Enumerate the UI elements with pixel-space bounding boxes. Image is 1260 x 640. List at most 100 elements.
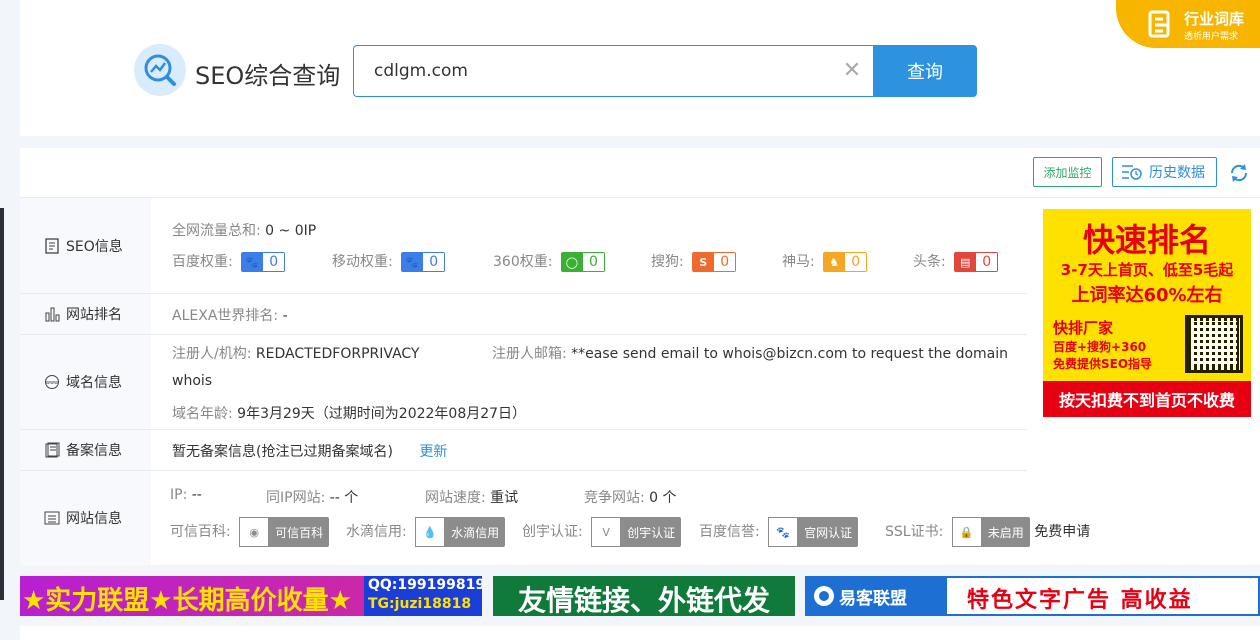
weight-label: 360权重:	[493, 254, 553, 270]
ad1-text: ★实力联盟★长期高价收量★	[22, 586, 352, 616]
ad3-brand-text: 易客联盟	[839, 588, 907, 609]
document-icon	[45, 237, 59, 254]
ip: IP: --	[170, 487, 202, 503]
compete-label: 竞争网站:	[584, 490, 645, 506]
seo-info-row: SEO信息 全网流量总和: 0 ~ 0IP 百度权重: 🐾 0 移动权重: 🐾 0 …	[20, 198, 1027, 294]
baidu-weight[interactable]: 百度权重: 🐾 0	[172, 251, 286, 272]
search-input[interactable]	[374, 59, 834, 83]
add-monitor-button[interactable]: 添加监控	[1033, 157, 1102, 187]
weight-label: 头条:	[913, 254, 946, 270]
mobile-weight[interactable]: 移动权重: 🐾 0	[332, 251, 446, 272]
toutiao-weight[interactable]: 头条: ▤ 0	[913, 251, 999, 272]
speed-value[interactable]: 重试	[490, 490, 518, 506]
icp-info-text: 备案信息	[66, 443, 122, 459]
weight-badge[interactable]: ◯ 0	[560, 252, 605, 272]
industry-lexicon-badge[interactable]: 行业词库 透析用户需求	[1116, 0, 1260, 48]
cert-badge-text: 可信百科	[275, 525, 324, 540]
cert-ssl[interactable]: SSL证书: 🔒 未启用 免费申请	[885, 517, 1090, 547]
ad1-contact: QQ:199199819 TG:juzi18818	[364, 576, 482, 616]
corner-title: 行业词库	[1184, 10, 1245, 28]
ad1-tg: TG:juzi18818	[368, 596, 472, 612]
ssl-free-apply-link[interactable]: 免费申请	[1034, 524, 1090, 540]
ad1-qq: QQ:199199819	[368, 577, 482, 593]
chuangyu-icon: V	[591, 517, 622, 547]
site-rank-label: 网站排名	[20, 294, 151, 334]
list-icon	[44, 511, 60, 525]
baidu-paw-icon: 🐾	[401, 252, 424, 272]
weight-badge[interactable]: 🐾 0	[241, 252, 286, 272]
weight-value: 0	[263, 252, 286, 272]
trusted-icon: ◉	[239, 517, 270, 547]
cert-water-drop[interactable]: 水滴信用: 💧 水滴信用	[346, 517, 506, 547]
weight-value: 0	[845, 252, 868, 272]
bottom-card-edge	[20, 626, 1260, 640]
banner-ad-1[interactable]: ★实力联盟★长期高价收量★ QQ:199199819 TG:juzi18818	[20, 576, 482, 616]
icp-update-link[interactable]: 更新	[419, 444, 447, 460]
search-box: ✕	[353, 45, 875, 97]
cert-trusted[interactable]: 可信百科: ◉ 可信百科	[170, 517, 330, 547]
seo-info-label: SEO信息	[20, 198, 151, 293]
shenma-weight[interactable]: 神马: ♞ 0	[782, 251, 868, 272]
cert-badge[interactable]: V 创宇认证	[591, 517, 682, 547]
email-value-wrap: whois	[172, 373, 213, 389]
icp-info-label: 备案信息	[20, 430, 151, 470]
registrant-email: 注册人邮箱: **ease send email to whois@bizcn.…	[492, 343, 1008, 363]
yike-logo-icon	[814, 586, 834, 606]
cert-badge[interactable]: ◉ 可信百科	[239, 517, 330, 547]
ad-footer: 按天扣费不到首页不收费	[1043, 381, 1251, 417]
cert-baidu[interactable]: 百度信誉: 🐾 官网认证	[699, 517, 859, 547]
weight-value: 0	[423, 252, 446, 272]
site-info-row: 网站信息 IP: -- 同IP网站: -- 个 网站速度: 重试 竞争网站: 0…	[20, 471, 1090, 565]
domain-info-text: 域名信息	[66, 375, 122, 391]
weight-badge[interactable]: 🐾 0	[401, 252, 446, 272]
weight-badge[interactable]: ♞ 0	[823, 252, 868, 272]
close-icon[interactable]: ✕	[841, 60, 863, 82]
seo-info-text: SEO信息	[66, 238, 123, 255]
corner-subtitle: 透析用户需求	[1184, 32, 1239, 42]
baidu-paw-icon: 🐾	[768, 517, 799, 547]
shenma-icon: ♞	[823, 252, 846, 272]
banner-ad-2[interactable]: 友情链接、外链代发	[493, 576, 795, 616]
site-rank-text: 网站排名	[66, 307, 122, 323]
cert-label: SSL证书:	[885, 524, 944, 540]
fast-ranking-ad[interactable]: 快速排名 3-7天上首页、低至5毛起 上词率达60%左右 快排厂家 百度+搜狗+…	[1043, 209, 1251, 417]
weight-label: 百度权重:	[172, 254, 233, 270]
ad-line: 快排厂家	[1053, 319, 1114, 337]
sogou-weight[interactable]: 搜狗: S0	[651, 251, 737, 272]
icp-value: 暂无备案信息(抢注已过期备案域名)	[172, 444, 393, 460]
cert-chuangyu[interactable]: 创宇认证: V 创宇认证	[522, 517, 682, 547]
history-data-button[interactable]: 历史数据	[1112, 157, 1217, 187]
domain-info-label: www 域名信息	[20, 335, 151, 429]
cert-badge[interactable]: 💧 水滴信用	[415, 517, 506, 547]
weight-label: 神马:	[782, 254, 815, 270]
history-label: 历史数据	[1149, 165, 1205, 181]
ssl-icon: 🔒	[951, 517, 982, 547]
cert-badge[interactable]: 🐾 官网认证	[768, 517, 859, 547]
speed-label: 网站速度:	[425, 490, 486, 506]
age-value: 9年3月29天（过期时间为2022年08月27日）	[237, 406, 527, 422]
ad-line: 免费提供SEO指导	[1053, 357, 1153, 371]
history-icon	[1122, 165, 1142, 180]
competitor-sites: 竞争网站: 0 个	[584, 487, 677, 507]
email-label: 注册人邮箱:	[492, 346, 567, 362]
360-icon: ◯	[560, 252, 583, 272]
ip-value: --	[191, 487, 202, 503]
sogou-icon: S	[692, 252, 715, 272]
360-weight[interactable]: 360权重: ◯ 0	[493, 251, 605, 272]
registrant: 注册人/机构: REDACTEDFORPRIVACY	[172, 343, 419, 363]
age-label: 域名年龄:	[172, 406, 233, 422]
weight-label: 搜狗:	[651, 254, 684, 270]
registrant-label: 注册人/机构:	[172, 346, 252, 362]
cert-label: 创宇认证:	[522, 524, 583, 540]
cert-badge[interactable]: 🔒 未启用	[951, 517, 1030, 547]
weight-badge[interactable]: S0	[692, 252, 737, 272]
svg-text:www: www	[46, 380, 58, 386]
banner-ad-3[interactable]: 易客联盟 特色文字广告 高收益	[805, 576, 1260, 616]
refresh-icon[interactable]	[1228, 162, 1250, 184]
ad3-brand: 易客联盟	[807, 578, 947, 614]
domain-info-row: www 域名信息 注册人/机构: REDACTEDFORPRIVACY 注册人邮…	[20, 335, 1027, 430]
weight-badge[interactable]: ▤ 0	[954, 252, 999, 272]
sameip-label: 同IP网站:	[266, 490, 326, 506]
search-button[interactable]: 查询	[873, 45, 977, 97]
cert-badge-text: 未启用	[987, 525, 1024, 540]
